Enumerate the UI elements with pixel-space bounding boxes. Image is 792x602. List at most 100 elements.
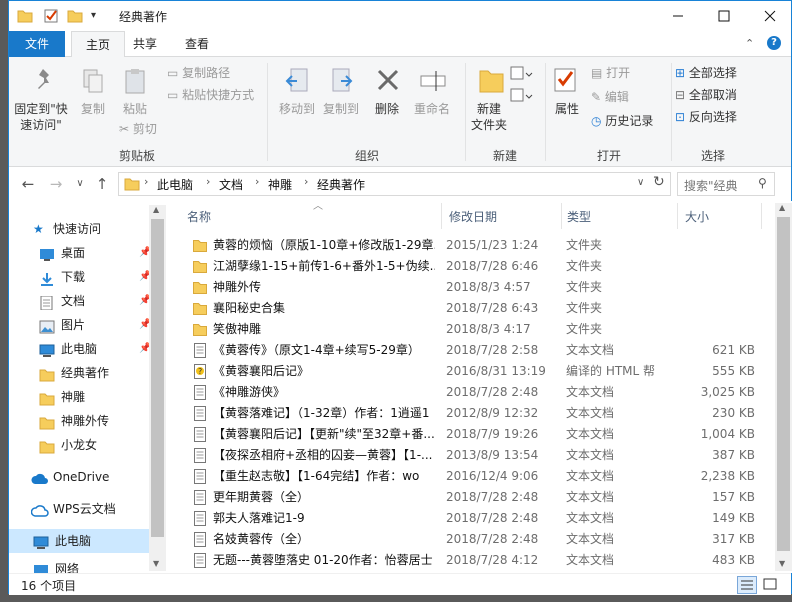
file-date: 2018/7/28 2:48	[446, 532, 539, 546]
minimize-button[interactable]	[655, 1, 701, 31]
delete-button[interactable]: 删除	[367, 101, 407, 117]
easy-access-icon[interactable]	[509, 87, 533, 108]
details-view-button[interactable]	[737, 576, 757, 594]
nav-scroll-thumb[interactable]	[151, 219, 164, 537]
address-dropdown-icon[interactable]: ∨	[637, 177, 644, 188]
table-row[interactable]: 江湖孽缘1-15+前传1-6+番外1-5+伪续... 2018/7/28 6:46…	[187, 256, 757, 277]
invert-selection-button[interactable]: ⊡ 反向选择	[675, 107, 737, 127]
open-button[interactable]: ▤ 打开	[591, 63, 630, 83]
history-button[interactable]: ◷ 历史记录	[591, 111, 653, 131]
qat-dropdown-icon[interactable]: ▾	[91, 8, 107, 24]
nav-item-classics[interactable]: 经典著作	[39, 361, 149, 385]
table-row[interactable]: 神雕外传 2018/8/3 4:57 文件夹	[187, 277, 757, 298]
copy-to-button[interactable]: 复制到	[319, 101, 363, 117]
paste-shortcut-button[interactable]: ▭ 粘贴快捷方式	[167, 85, 254, 105]
paste-button[interactable]: 粘贴	[115, 101, 155, 117]
file-list-scrollbar[interactable]: ▲ ▼	[775, 203, 792, 571]
nav-this-pc[interactable]: 此电脑	[9, 529, 155, 553]
search-box[interactable]: 搜索"经典 ⚲	[677, 172, 775, 196]
nav-scrollbar[interactable]: ▲ ▼	[149, 205, 166, 571]
file-scroll-thumb[interactable]	[777, 217, 790, 551]
breadcrumb-item[interactable]: 经典著作	[317, 176, 365, 193]
column-divider[interactable]	[761, 203, 762, 229]
nav-item-this-pc[interactable]: 此电脑 📌	[39, 337, 151, 361]
nav-quick-access[interactable]: ★ 快速访问	[33, 217, 153, 241]
select-none-button[interactable]: ⊟ 全部取消	[675, 85, 737, 105]
nav-item-xiaolongnv[interactable]: 小龙女	[39, 433, 149, 457]
help-icon[interactable]: ?	[767, 36, 781, 50]
recent-locations-button[interactable]: ∨	[69, 173, 91, 195]
tab-file[interactable]: 文件	[9, 31, 65, 57]
table-row[interactable]: 名妓黄蓉传（全） 2018/7/28 2:48 文本文档 317 KB	[187, 529, 757, 550]
column-divider[interactable]	[441, 203, 442, 229]
nav-onedrive[interactable]: OneDrive	[31, 465, 151, 489]
nav-wps-cloud[interactable]: WPS云文档	[30, 497, 151, 521]
file-name: 【黄蓉襄阳后记】【更新"续"至32章+番...	[213, 427, 435, 441]
column-header-type[interactable]: 类型	[567, 205, 591, 229]
table-row[interactable]: 【黄蓉襄阳后记】【更新"续"至32章+番... 2018/7/9 19:26 文本文…	[187, 424, 757, 445]
select-all-button[interactable]: ⊞ 全部选择	[675, 63, 737, 83]
scroll-up-icon[interactable]: ▲	[153, 205, 159, 214]
nav-item-shendiao[interactable]: 神雕	[39, 385, 149, 409]
table-row[interactable]: 无题---黄蓉堕落史 01-20作者：怡蓉居士 2018/7/28 4:12 文本文…	[187, 550, 757, 571]
table-row[interactable]: 【黄蓉落难记】（1-32章）作者：1逍遥1 2012/8/9 12:32 文本文档 2…	[187, 403, 757, 424]
edit-button[interactable]: ✎ 编辑	[591, 87, 629, 107]
nav-item-pictures[interactable]: 图片 📌	[39, 313, 151, 337]
close-button[interactable]	[747, 1, 792, 31]
move-to-button[interactable]: 移动到	[275, 101, 319, 117]
table-row[interactable]: ? 《黄蓉襄阳后记》 2016/8/31 13:19 编译的 HTML 帮 555 KB	[187, 361, 757, 382]
table-row[interactable]: 《神雕游侠》 2018/7/28 2:48 文本文档 3,025 KB	[187, 382, 757, 403]
collapse-ribbon-icon[interactable]: ⌃	[745, 37, 754, 50]
nav-item-documents[interactable]: 文档 📌	[39, 289, 151, 313]
address-bar[interactable]: › 此电脑 › 文档 › 神雕 › 经典著作 ∨ ↻	[118, 172, 671, 196]
nav-item-desktop[interactable]: 桌面 📌	[39, 241, 151, 265]
rename-button[interactable]: 重命名	[407, 101, 457, 117]
new-folder-icon[interactable]	[67, 8, 83, 24]
invert-selection-icon: ⊡	[675, 110, 686, 124]
back-button[interactable]: ←	[17, 173, 39, 195]
pin-quick-access-button[interactable]: 固定到"快 速访问"	[9, 101, 73, 133]
table-row[interactable]: 黄蓉的烦恼（原版1-10章+修改版1-29章... 2015/1/23 1:24 文…	[187, 235, 757, 256]
maximize-button[interactable]	[701, 1, 747, 31]
column-divider[interactable]	[561, 203, 562, 229]
properties-icon[interactable]	[43, 8, 59, 24]
search-icon[interactable]: ⚲	[758, 176, 767, 190]
folder-icon	[39, 366, 55, 382]
tab-view[interactable]: 查看	[171, 31, 223, 57]
breadcrumb-item[interactable]: 文档	[219, 176, 243, 193]
breadcrumb-item[interactable]: 神雕	[268, 176, 292, 193]
table-row[interactable]: 更年期黄蓉（全） 2018/7/28 2:48 文本文档 157 KB	[187, 487, 757, 508]
scroll-up-icon[interactable]: ▲	[779, 203, 785, 212]
nav-item-downloads[interactable]: 下载 📌	[39, 265, 151, 289]
forward-button[interactable]: →	[45, 173, 67, 195]
column-header-name[interactable]: 名称	[187, 205, 211, 229]
column-header-size[interactable]: 大小	[685, 205, 709, 229]
new-folder-button[interactable]: 新建 文件夹	[463, 101, 515, 133]
table-row[interactable]: 【重生赵志敬】【1-64完结】作者：wo 2016/12/4 9:06 文本文档 2,…	[187, 466, 757, 487]
tab-share[interactable]: 共享	[119, 31, 171, 57]
new-item-icon[interactable]	[509, 65, 533, 86]
nav-network[interactable]: 网络	[31, 557, 151, 573]
copy-button[interactable]: 复制	[73, 101, 113, 117]
cut-button[interactable]: ✂ 剪切	[119, 119, 157, 139]
table-row[interactable]: 襄阳秘史合集 2018/7/28 6:43 文件夹	[187, 298, 757, 319]
tab-home[interactable]: 主页	[71, 31, 126, 58]
column-divider[interactable]	[677, 203, 678, 229]
large-icons-view-button[interactable]	[761, 576, 781, 594]
table-row[interactable]: 【夜探丞相府+丞相的囚妾—黄蓉】【1-... 2013/8/9 13:54 文本文档…	[187, 445, 757, 466]
column-header-date[interactable]: 修改日期	[449, 205, 497, 229]
breadcrumb-item[interactable]: 此电脑	[157, 176, 193, 193]
folder-icon[interactable]	[17, 8, 33, 24]
scroll-down-icon[interactable]: ▼	[779, 559, 785, 568]
table-row[interactable]: 郭夫人落难记1-9 2018/7/28 2:48 文本文档 149 KB	[187, 508, 757, 529]
nav-item-shendiao-waizhuan[interactable]: 神雕外传	[39, 409, 149, 433]
copy-to-icon	[329, 67, 355, 98]
scroll-down-icon[interactable]: ▼	[153, 559, 159, 568]
up-button[interactable]: ↑	[91, 173, 113, 195]
table-row[interactable]: 《黄蓉传》（原文1-4章+续写5-29章） 2018/7/28 2:58 文本文档 6…	[187, 340, 757, 361]
table-row[interactable]: 笑傲神雕 2018/8/3 4:17 文件夹	[187, 319, 757, 340]
search-input[interactable]: 搜索"经典	[684, 177, 738, 194]
copy-path-button[interactable]: ▭ 复制路径	[167, 63, 230, 83]
properties-button[interactable]: 属性	[547, 101, 587, 117]
refresh-icon[interactable]: ↻	[653, 174, 665, 190]
